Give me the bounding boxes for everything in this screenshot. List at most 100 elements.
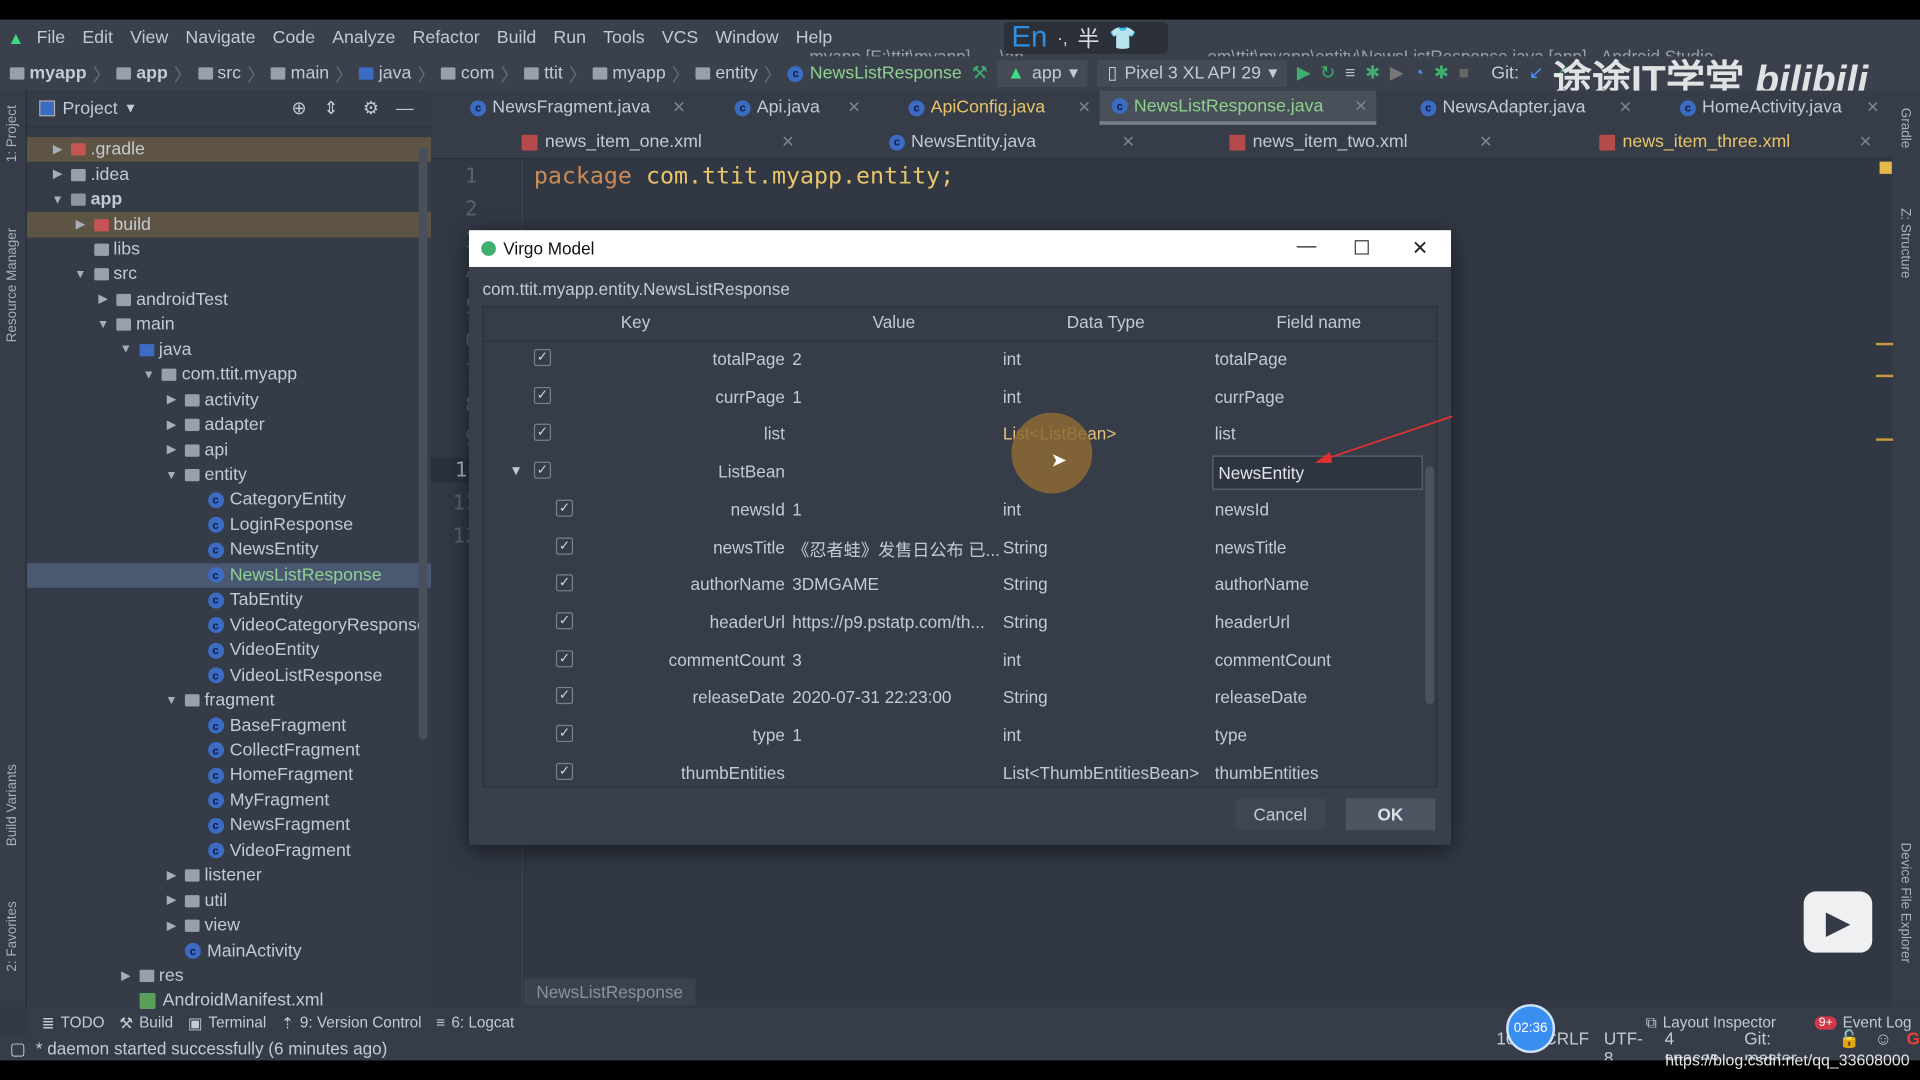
row-checkbox[interactable]: ✓ [555,762,574,780]
tree-item[interactable]: ▶ api [27,438,431,463]
tree-item[interactable]: c LoginResponse [27,513,431,538]
tree-item[interactable]: ▶ .idea [27,162,431,187]
tree-item[interactable]: ▶ listener [27,863,431,888]
tree-item[interactable]: ▶ view [27,913,431,938]
tree-item[interactable]: ▼ app [27,187,431,212]
table-row[interactable]: ✓ currPage 1 int currPage [484,379,1437,416]
chevron-right-icon[interactable]: ▶ [117,969,134,982]
tree-item[interactable]: c CategoryEntity [27,488,431,513]
chevron-down-icon[interactable]: ▼ [163,694,180,707]
menu-refactor[interactable]: Refactor [413,28,480,48]
chevron-right-icon[interactable]: ▶ [95,293,112,306]
chevron-down-icon[interactable]: ▼ [49,193,66,206]
git-update-icon[interactable]: ↙ [1529,64,1544,84]
close-tab-icon[interactable]: ✕ [1619,98,1632,118]
tree-item[interactable]: ▶ util [27,888,431,913]
chevron-right-icon[interactable]: ▶ [163,393,180,406]
tree-item[interactable]: c VideoEntity [27,638,431,663]
ime-indicator[interactable]: En ·, 半 👕 [1004,21,1169,54]
breadcrumb-item[interactable]: NewsListResponse [810,64,962,84]
row-field-name[interactable]: totalPage [1215,349,1287,369]
table-row[interactable]: ✓ newsId 1 int newsId [484,492,1437,529]
tree-item[interactable]: c MyFragment [27,788,431,813]
row-field-name[interactable]: thumbEntities [1215,762,1319,782]
row-field-name[interactable]: newsId [1215,499,1269,519]
chevron-right-icon[interactable]: ▶ [163,443,180,456]
chevron-down-icon[interactable]: ▼ [117,343,134,356]
column-header-key[interactable]: Key [513,312,758,332]
table-row[interactable]: ✓ authorName 3DMGAME String authorName [484,567,1437,604]
row-checkbox[interactable]: ✓ [555,612,574,630]
row-field-name[interactable]: authorName [1215,575,1309,595]
chevron-right-icon[interactable]: ▶ [72,218,89,231]
close-tab-icon[interactable]: ✕ [1479,132,1492,152]
menu-analyze[interactable]: Analyze [332,28,395,48]
gear-icon[interactable]: ⚙ [363,99,379,119]
device-select[interactable]: ▯ Pixel 3 XL API 29 ▾ [1097,60,1288,87]
menu-build[interactable]: Build [497,28,536,48]
tool-window-build[interactable]: ⚒ Build [119,1013,173,1032]
chevron-down-icon[interactable]: ▼ [95,318,112,331]
row-checkbox[interactable]: ✓ [533,424,552,442]
tool-device-file-explorer[interactable]: Device File Explorer [1898,842,1913,963]
tree-item[interactable]: c NewsEntity [27,538,431,563]
close-tab-icon[interactable]: ✕ [1859,132,1872,152]
stop-icon[interactable]: ■ [1459,64,1470,84]
menu-file[interactable]: File [37,28,66,48]
menu-code[interactable]: Code [273,28,315,48]
close-tab-icon[interactable]: ✕ [847,98,860,118]
editor-tab[interactable]: c NewsFragment.java ✕ [458,91,694,125]
apply-changes-icon[interactable]: ↻ [1320,64,1335,84]
tree-item[interactable]: ▶ .gradle [26,137,432,163]
breadcrumb-item[interactable]: myapp [29,64,86,84]
tree-item[interactable]: ▼ fragment [27,688,431,713]
menu-tools[interactable]: Tools [603,28,644,48]
table-row[interactable]: ✓listList<ListBean>list [484,417,1437,454]
table-row[interactable]: ✓ type 1 int type [484,718,1437,755]
menu-edit[interactable]: Edit [82,28,113,48]
row-checkbox[interactable]: ✓ [533,461,552,479]
editor-tab[interactable]: c HomeActivity.java ✕ [1668,91,1888,125]
menu-vcs[interactable]: VCS [662,28,699,48]
breadcrumb-item[interactable]: app [136,64,168,84]
row-field-name[interactable]: type [1215,725,1247,745]
table-row[interactable]: ▼ ✓ ListBean NewsEntity [484,454,1437,491]
row-checkbox[interactable]: ✓ [555,574,574,592]
tool-gradle[interactable]: Gradle [1898,108,1913,148]
tool-favorites[interactable]: 2: Favorites [5,901,20,971]
editor-tab[interactable]: c NewsListResponse.java ✕ [1099,90,1377,125]
tool-window-todo[interactable]: ≣ TODO [42,1013,105,1032]
run-config-select[interactable]: ▲ app ▾ [997,60,1088,87]
tree-item[interactable]: c HomeFragment [27,763,431,788]
tree-item[interactable]: c CollectFragment [27,738,431,763]
close-icon[interactable]: ✕ [1412,236,1428,260]
editor-breadcrumb[interactable]: NewsListResponse [524,978,696,1006]
tree-item[interactable]: ▼ main [27,312,431,337]
tree-item[interactable]: c MainActivity [27,938,431,963]
row-field-name[interactable]: list [1215,424,1236,444]
tree-item[interactable]: c VideoCategoryResponse [27,613,431,638]
breadcrumb-item[interactable]: src [217,64,241,84]
profile-icon[interactable]: ◔ [1413,64,1424,84]
chevron-down-icon[interactable]: ▼ [72,268,89,281]
attach-debugger-icon[interactable]: ✱ [1434,64,1449,84]
tree-item[interactable]: ▼ src [27,262,431,287]
close-tab-icon[interactable]: ✕ [672,98,685,118]
breadcrumb-item[interactable]: ttit [544,64,563,84]
breadcrumb-item[interactable]: main [291,64,329,84]
status-toggle-icon[interactable]: ▢ [10,1038,26,1059]
row-checkbox[interactable]: ✓ [533,386,552,404]
close-tab-icon[interactable]: ✕ [781,132,794,152]
column-header-field-name[interactable]: Field name [1196,312,1436,332]
table-row[interactable]: ✓ releaseDate 2020-07-31 22:23:00 String rel… [484,680,1437,717]
debug-icon[interactable]: ✱ [1365,64,1380,84]
menu-run[interactable]: Run [553,28,586,48]
chevron-right-icon[interactable]: ▶ [163,894,180,907]
table-row[interactable]: ✓ thumbEntities List<ThumbEntitiesBean> thu… [484,755,1437,786]
row-checkbox[interactable]: ✓ [555,536,574,555]
minimize-icon[interactable]: — [1297,236,1317,258]
chevron-down-icon[interactable]: ▼ [140,368,157,381]
close-tab-icon[interactable]: ✕ [1866,98,1879,118]
row-field-name[interactable]: commentCount [1215,650,1331,670]
cancel-button[interactable]: Cancel [1235,798,1325,831]
